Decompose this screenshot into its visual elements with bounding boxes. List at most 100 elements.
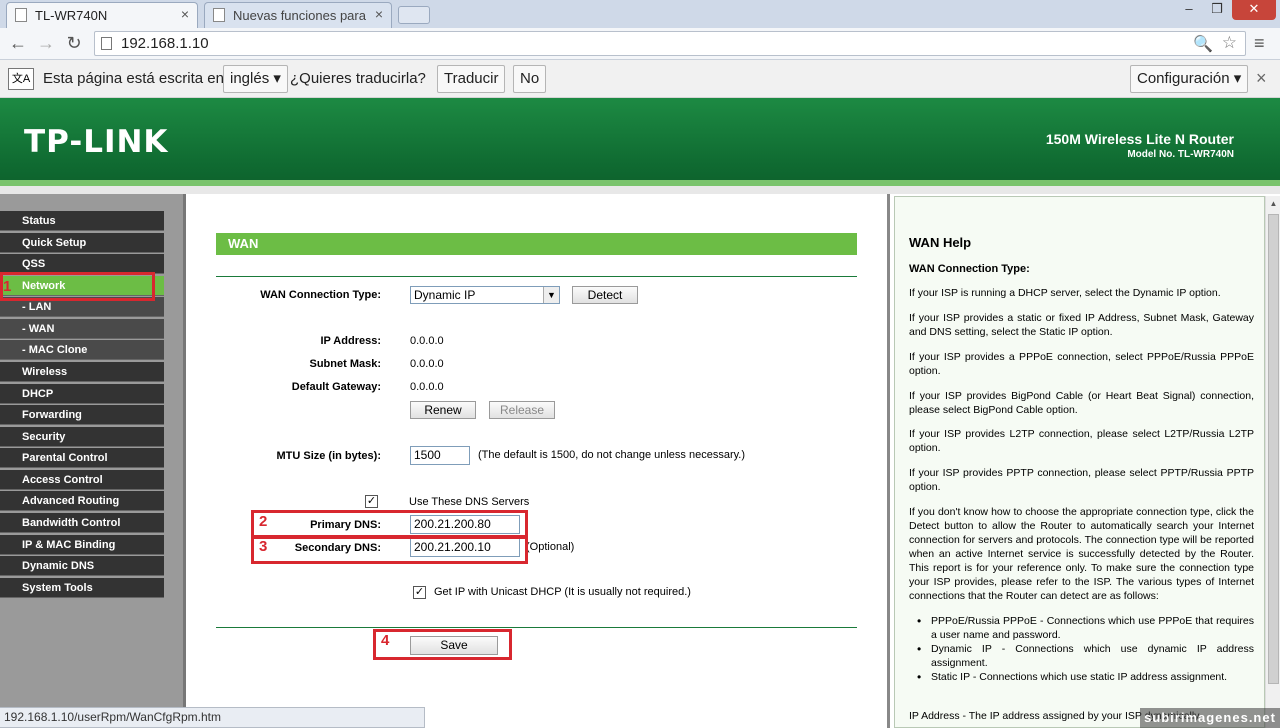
tab-tl-wr740n[interactable]: TL-WR740N ×	[6, 2, 198, 28]
subnet-mask-label: Subnet Mask:	[309, 358, 381, 370]
watermark: subirimagenes.net	[1140, 708, 1280, 728]
annotation-number: 3	[259, 538, 268, 555]
menu-mac-clone[interactable]: - MAC Clone	[0, 340, 164, 360]
address-bar[interactable]: 192.168.1.10 🔍 ☆	[94, 31, 1246, 56]
url-text[interactable]: 192.168.1.10	[121, 35, 209, 52]
page-icon	[101, 37, 112, 50]
model-number: Model No. TL-WR740N	[1127, 149, 1234, 160]
minimize-button[interactable]: –	[1176, 0, 1202, 20]
menu-quick-setup[interactable]: Quick Setup	[0, 233, 164, 253]
browser-tab-strip: TL-WR740N × Nuevas funciones para ca × –…	[0, 0, 1280, 28]
tab-title: Nuevas funciones para ca	[233, 8, 368, 23]
divider	[216, 276, 857, 277]
use-dns-label: Use These DNS Servers	[409, 496, 530, 508]
tp-link-logo: TP-LINK	[24, 124, 169, 160]
status-url-bubble: 192.168.1.10/userRpm/WanCfgRpm.htm	[0, 707, 425, 728]
help-list-item: PPPoE/Russia PPPoE - Connections which u…	[917, 614, 1254, 642]
help-content: WAN Help WAN Connection Type: If your IS…	[894, 196, 1265, 728]
release-button[interactable]: Release	[489, 401, 555, 419]
browser-toolbar: ← → ↻ 192.168.1.10 🔍 ☆ ≡	[0, 28, 1280, 60]
help-subtitle: WAN Connection Type:	[909, 263, 1030, 275]
menu-qss[interactable]: QSS	[0, 254, 164, 274]
menu-bandwidth-control[interactable]: Bandwidth Control	[0, 513, 164, 533]
help-list-item: Dynamic IP - Connections which use dynam…	[917, 642, 1254, 670]
language-select[interactable]: inglés ▾	[223, 65, 288, 93]
help-paragraph: If you don't know how to choose the appr…	[909, 506, 1254, 602]
close-icon[interactable]: ×	[375, 6, 383, 22]
unicast-dhcp-checkbox[interactable]: ✓	[413, 586, 426, 599]
product-name: 150M Wireless Lite N Router	[1045, 131, 1234, 147]
translate-settings-button[interactable]: Configuración ▾	[1130, 65, 1249, 93]
menu-dhcp[interactable]: DHCP	[0, 384, 164, 404]
router-header: TP-LINK 150M Wireless Lite N Router Mode…	[0, 98, 1280, 194]
annotation-number: 2	[259, 513, 268, 530]
back-icon[interactable]: ←	[6, 32, 30, 54]
ip-address-value: 0.0.0.0	[410, 335, 444, 347]
help-paragraph: If your ISP provides a static or fixed I…	[909, 312, 1254, 338]
translate-bar: 文A Esta página está escrita en inglés ▾ …	[0, 60, 1280, 98]
help-paragraph: If your ISP provides L2TP connection, pl…	[909, 428, 1254, 454]
use-dns-checkbox[interactable]: ✓	[365, 495, 378, 508]
maximize-button[interactable]: ❒	[1204, 0, 1230, 20]
tab-title: TL-WR740N	[35, 8, 108, 23]
renew-button[interactable]: Renew	[410, 401, 476, 419]
annotation-number: 1	[3, 278, 12, 295]
menu-forwarding[interactable]: Forwarding	[0, 405, 164, 425]
no-translate-button[interactable]: No	[513, 65, 547, 93]
page-icon	[213, 8, 225, 22]
translate-button[interactable]: Traducir	[437, 65, 506, 93]
forward-icon[interactable]: →	[34, 32, 58, 54]
close-icon[interactable]: ×	[1256, 68, 1267, 89]
page-icon	[15, 8, 27, 22]
menu-dynamic-dns[interactable]: Dynamic DNS	[0, 556, 164, 576]
mtu-size-input[interactable]: 1500	[410, 446, 470, 465]
new-tab-button[interactable]	[398, 6, 430, 24]
zoom-icon[interactable]: 🔍	[1193, 34, 1213, 54]
help-paragraph: If your ISP provides BigPond Cable (or H…	[909, 390, 1254, 416]
annotation-box-secondary-dns	[251, 535, 528, 564]
optional-note: (Optional)	[526, 541, 575, 553]
menu-ip-mac-binding[interactable]: IP & MAC Binding	[0, 535, 164, 555]
menu-wan[interactable]: - WAN	[0, 319, 164, 339]
unicast-dhcp-label: Get IP with Unicast DHCP (It is usually …	[434, 586, 691, 598]
help-paragraph: If your ISP is running a DHCP server, se…	[909, 287, 1221, 299]
tab-nuevas-funciones[interactable]: Nuevas funciones para ca ×	[204, 2, 392, 28]
window-close-button[interactable]: ✕	[1232, 0, 1276, 20]
browser-menu-icon[interactable]: ≡	[1254, 34, 1272, 52]
mtu-size-label: MTU Size (in bytes):	[276, 450, 381, 462]
annotation-number: 4	[381, 632, 390, 649]
divider	[216, 627, 857, 628]
menu-access-control[interactable]: Access Control	[0, 470, 164, 490]
help-title: WAN Help	[909, 235, 972, 250]
menu-security[interactable]: Security	[0, 427, 164, 447]
menu-system-tools[interactable]: System Tools	[0, 578, 164, 598]
section-title: WAN	[216, 233, 857, 255]
bookmark-star-icon[interactable]: ☆	[1222, 33, 1237, 53]
menu-wireless[interactable]: Wireless	[0, 362, 164, 382]
selected-value: Dynamic IP	[414, 288, 476, 302]
menu-advanced-routing[interactable]: Advanced Routing	[0, 491, 164, 511]
annotation-box-save	[373, 629, 512, 660]
wan-settings-panel: WAN WAN Connection Type: Dynamic IP ▼ De…	[189, 194, 887, 728]
translate-icon: 文A	[8, 68, 34, 90]
reload-icon[interactable]: ↻	[62, 32, 86, 54]
chevron-down-icon: ▼	[543, 287, 559, 303]
ip-address-label: IP Address:	[320, 335, 381, 347]
menu-parental-control[interactable]: Parental Control	[0, 448, 164, 468]
help-list-item: Static IP - Connections which use static…	[917, 670, 1254, 684]
translate-message: Esta página está escrita en	[43, 70, 224, 87]
scroll-up-icon[interactable]: ▲	[1266, 196, 1280, 212]
help-scrollbar[interactable]: ▲	[1265, 196, 1280, 728]
wan-connection-type-select[interactable]: Dynamic IP ▼	[410, 286, 560, 304]
detect-button[interactable]: Detect	[572, 286, 638, 304]
header-footer	[0, 186, 1280, 194]
translate-question: ¿Quieres traducirla?	[290, 70, 426, 87]
default-gateway-value: 0.0.0.0	[410, 381, 444, 393]
close-icon[interactable]: ×	[181, 6, 189, 22]
subnet-mask-value: 0.0.0.0	[410, 358, 444, 370]
help-panel: WAN Help WAN Connection Type: If your IS…	[887, 194, 1280, 728]
annotation-box-network	[0, 272, 155, 301]
mtu-note: (The default is 1500, do not change unle…	[478, 449, 746, 461]
menu-status[interactable]: Status	[0, 211, 164, 231]
scroll-thumb[interactable]	[1268, 214, 1279, 684]
